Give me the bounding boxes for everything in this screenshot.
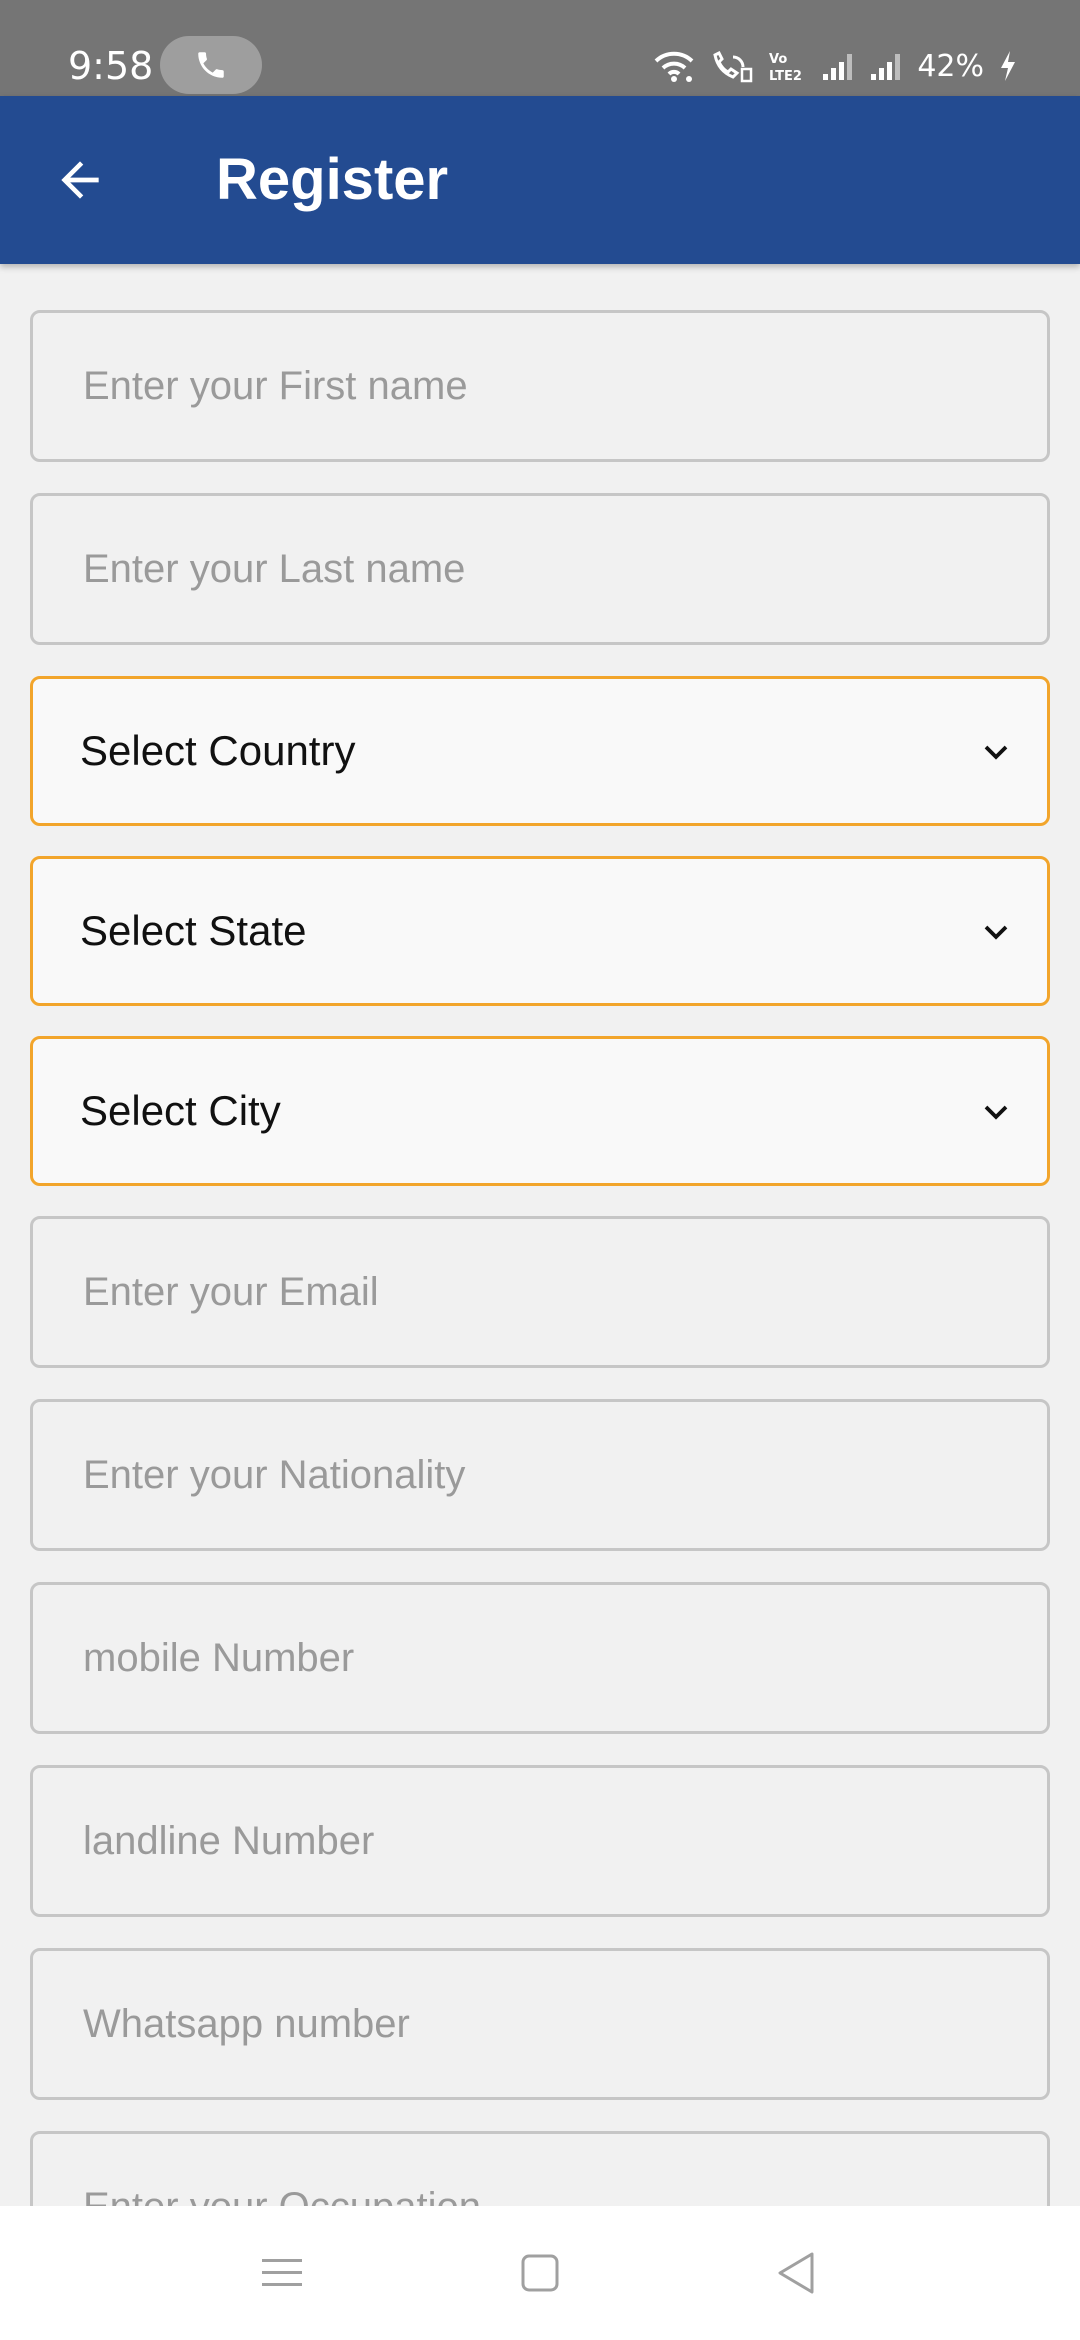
- app-bar: Register: [0, 96, 1080, 264]
- back-button[interactable]: [40, 140, 120, 220]
- last-name-input[interactable]: [33, 496, 1047, 642]
- nationality-field[interactable]: [30, 1399, 1050, 1551]
- wifi-icon: [653, 49, 695, 83]
- back-nav-button[interactable]: [736, 2206, 856, 2340]
- phone-call-icon: [198, 52, 224, 78]
- landline-number-field[interactable]: [30, 1765, 1050, 1917]
- signal-icon: [869, 50, 903, 82]
- ongoing-call-pill[interactable]: [160, 36, 262, 94]
- whatsapp-number-input[interactable]: [33, 1951, 1047, 2097]
- mobile-number-input[interactable]: [33, 1585, 1047, 1731]
- email-input[interactable]: [33, 1219, 1047, 1365]
- mobile-number-field[interactable]: [30, 1582, 1050, 1734]
- chevron-down-icon: [984, 745, 1008, 760]
- system-nav-bar: [0, 2206, 1080, 2340]
- page-title: Register: [216, 147, 449, 212]
- volte-icon: Vo LTE2: [767, 49, 807, 83]
- status-icons: Vo LTE2 42%: [653, 44, 1018, 88]
- whatsapp-number-field[interactable]: [30, 1948, 1050, 2100]
- battery-percentage: 42%: [917, 48, 984, 84]
- first-name-input[interactable]: [33, 313, 1047, 459]
- city-dropdown[interactable]: Select City: [30, 1036, 1050, 1186]
- svg-text:Vo: Vo: [769, 52, 787, 67]
- city-dropdown-label: Select City: [80, 1087, 281, 1134]
- menu-icon: [262, 2259, 302, 2286]
- back-triangle-icon: [778, 2252, 814, 2294]
- wifi-calling-icon: [709, 49, 753, 83]
- arrow-left-icon: [61, 161, 99, 199]
- chevron-down-icon: [984, 1105, 1008, 1120]
- status-time: 9:58: [68, 44, 154, 88]
- email-field[interactable]: [30, 1216, 1050, 1368]
- svg-text:LTE2: LTE2: [769, 69, 802, 83]
- signal-icon: [821, 50, 855, 82]
- nationality-input[interactable]: [33, 1402, 1047, 1548]
- first-name-field[interactable]: [30, 310, 1050, 462]
- country-dropdown-label: Select Country: [80, 727, 356, 774]
- country-dropdown[interactable]: Select Country: [30, 676, 1050, 826]
- landline-number-input[interactable]: [33, 1768, 1047, 1914]
- home-square-icon: [521, 2254, 559, 2292]
- status-bar: 9:58 Vo LTE2 42%: [0, 0, 1080, 96]
- last-name-field[interactable]: [30, 493, 1050, 645]
- chevron-down-icon: [984, 925, 1008, 940]
- home-button[interactable]: [480, 2206, 600, 2340]
- recents-button[interactable]: [222, 2206, 342, 2340]
- state-dropdown-label: Select State: [80, 907, 307, 954]
- state-dropdown[interactable]: Select State: [30, 856, 1050, 1006]
- charging-icon: [998, 49, 1018, 83]
